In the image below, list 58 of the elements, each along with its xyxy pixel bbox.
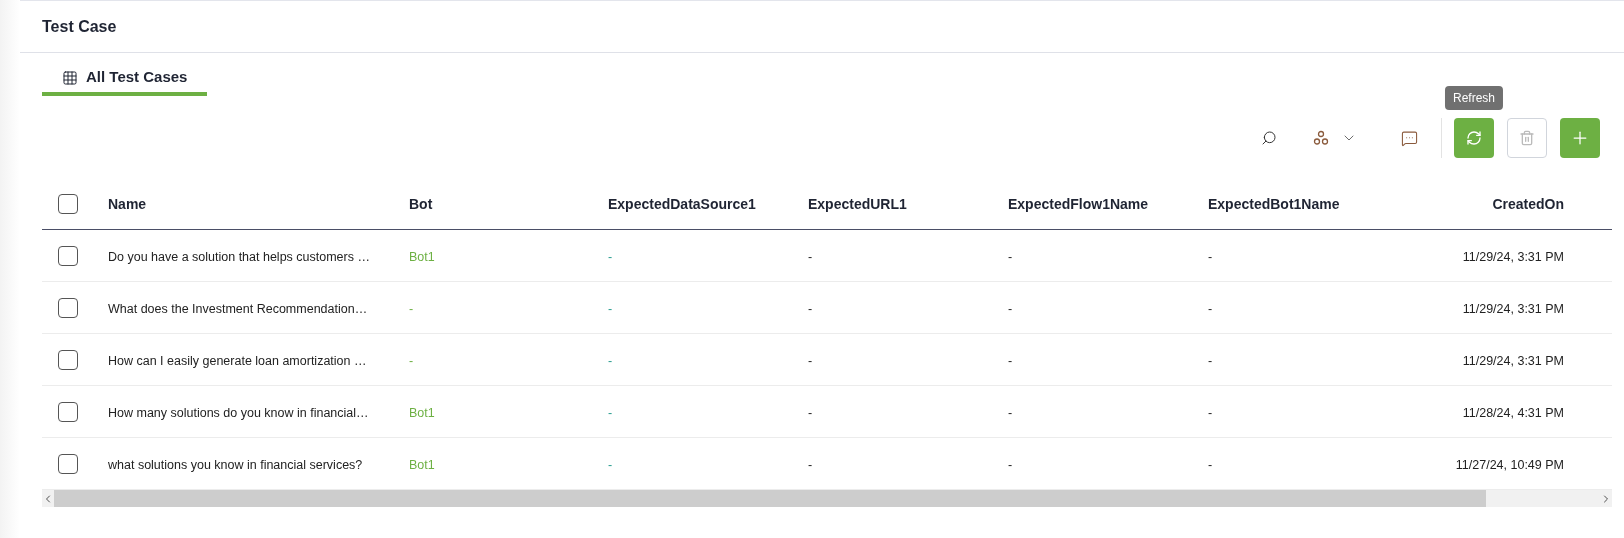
table-cell: - (608, 301, 613, 316)
table-cell: How can I easily generate loan amortization … (108, 353, 367, 368)
table-cell: 11/29/24, 3:31 PM (1462, 301, 1564, 316)
search-icon (1261, 130, 1277, 146)
checkbox[interactable] (58, 401, 78, 422)
table-cell: - (1208, 457, 1213, 472)
table-cell: - (1208, 405, 1213, 420)
table-cell: 11/28/24, 4:31 PM (1462, 405, 1564, 420)
table-cell: 11/29/24, 3:31 PM (1462, 353, 1564, 368)
table-cell: - (1008, 353, 1013, 368)
checkbox[interactable] (58, 245, 78, 266)
table-cell: Do you have a solution that helps customers … (108, 249, 370, 264)
table-cell: - (808, 457, 813, 472)
table-cell: 11/27/24, 10:49 PM (1455, 457, 1564, 472)
table-cell: - (808, 405, 813, 420)
table-cell: - (1008, 249, 1013, 264)
table-cell: Bot1 (409, 249, 435, 264)
column-header[interactable]: CreatedOn (1492, 195, 1564, 212)
trash-icon (1519, 130, 1535, 146)
tooltip: Refresh (1445, 86, 1503, 110)
column-header[interactable]: Bot (409, 195, 433, 212)
column-header[interactable]: ExpectedFlow1Name (1008, 195, 1149, 212)
tab[interactable]: All Test Cases (42, 63, 208, 96)
table-cell: Bot1 (409, 405, 435, 420)
table-cell: - (1008, 457, 1013, 472)
page-title: Test Case (42, 16, 117, 37)
table-cell: - (608, 353, 613, 368)
refresh-button[interactable] (1454, 118, 1494, 158)
column-header[interactable]: ExpectedDataSource1 (608, 195, 756, 212)
refresh-icon (1466, 130, 1482, 146)
column-header[interactable]: Name (108, 195, 147, 212)
table-cell: what solutions you know in financial services? (108, 457, 363, 472)
table-cell: How many solutions do you know in financial… (108, 405, 369, 420)
comment-icon (1400, 129, 1418, 147)
table-cell: - (409, 353, 414, 368)
table-cell: - (808, 249, 813, 264)
table-cell: - (1008, 405, 1013, 420)
checkbox[interactable] (58, 193, 78, 214)
table-cell: - (608, 457, 613, 472)
table-cell: - (608, 249, 613, 264)
checkbox[interactable] (58, 453, 78, 474)
table-cell: 11/29/24, 3:31 PM (1462, 249, 1564, 264)
table-cell: Bot1 (409, 457, 435, 472)
table-cell: - (1208, 353, 1213, 368)
table-cell: - (1208, 249, 1213, 264)
column-header[interactable]: ExpectedURL1 (808, 195, 907, 212)
table-cell: - (1008, 301, 1013, 316)
table-cell: - (808, 301, 813, 316)
checkbox[interactable] (58, 297, 78, 318)
table-cell: What does the Investment Recommendation… (108, 301, 368, 316)
table-cell: - (608, 405, 613, 420)
table-cell: - (409, 301, 414, 316)
group-icon (1313, 130, 1329, 146)
grid-icon (62, 69, 78, 86)
table-cell: - (808, 353, 813, 368)
column-header[interactable]: ExpectedBot1Name (1208, 195, 1340, 212)
checkbox[interactable] (58, 349, 78, 370)
table-cell: - (1208, 301, 1213, 316)
